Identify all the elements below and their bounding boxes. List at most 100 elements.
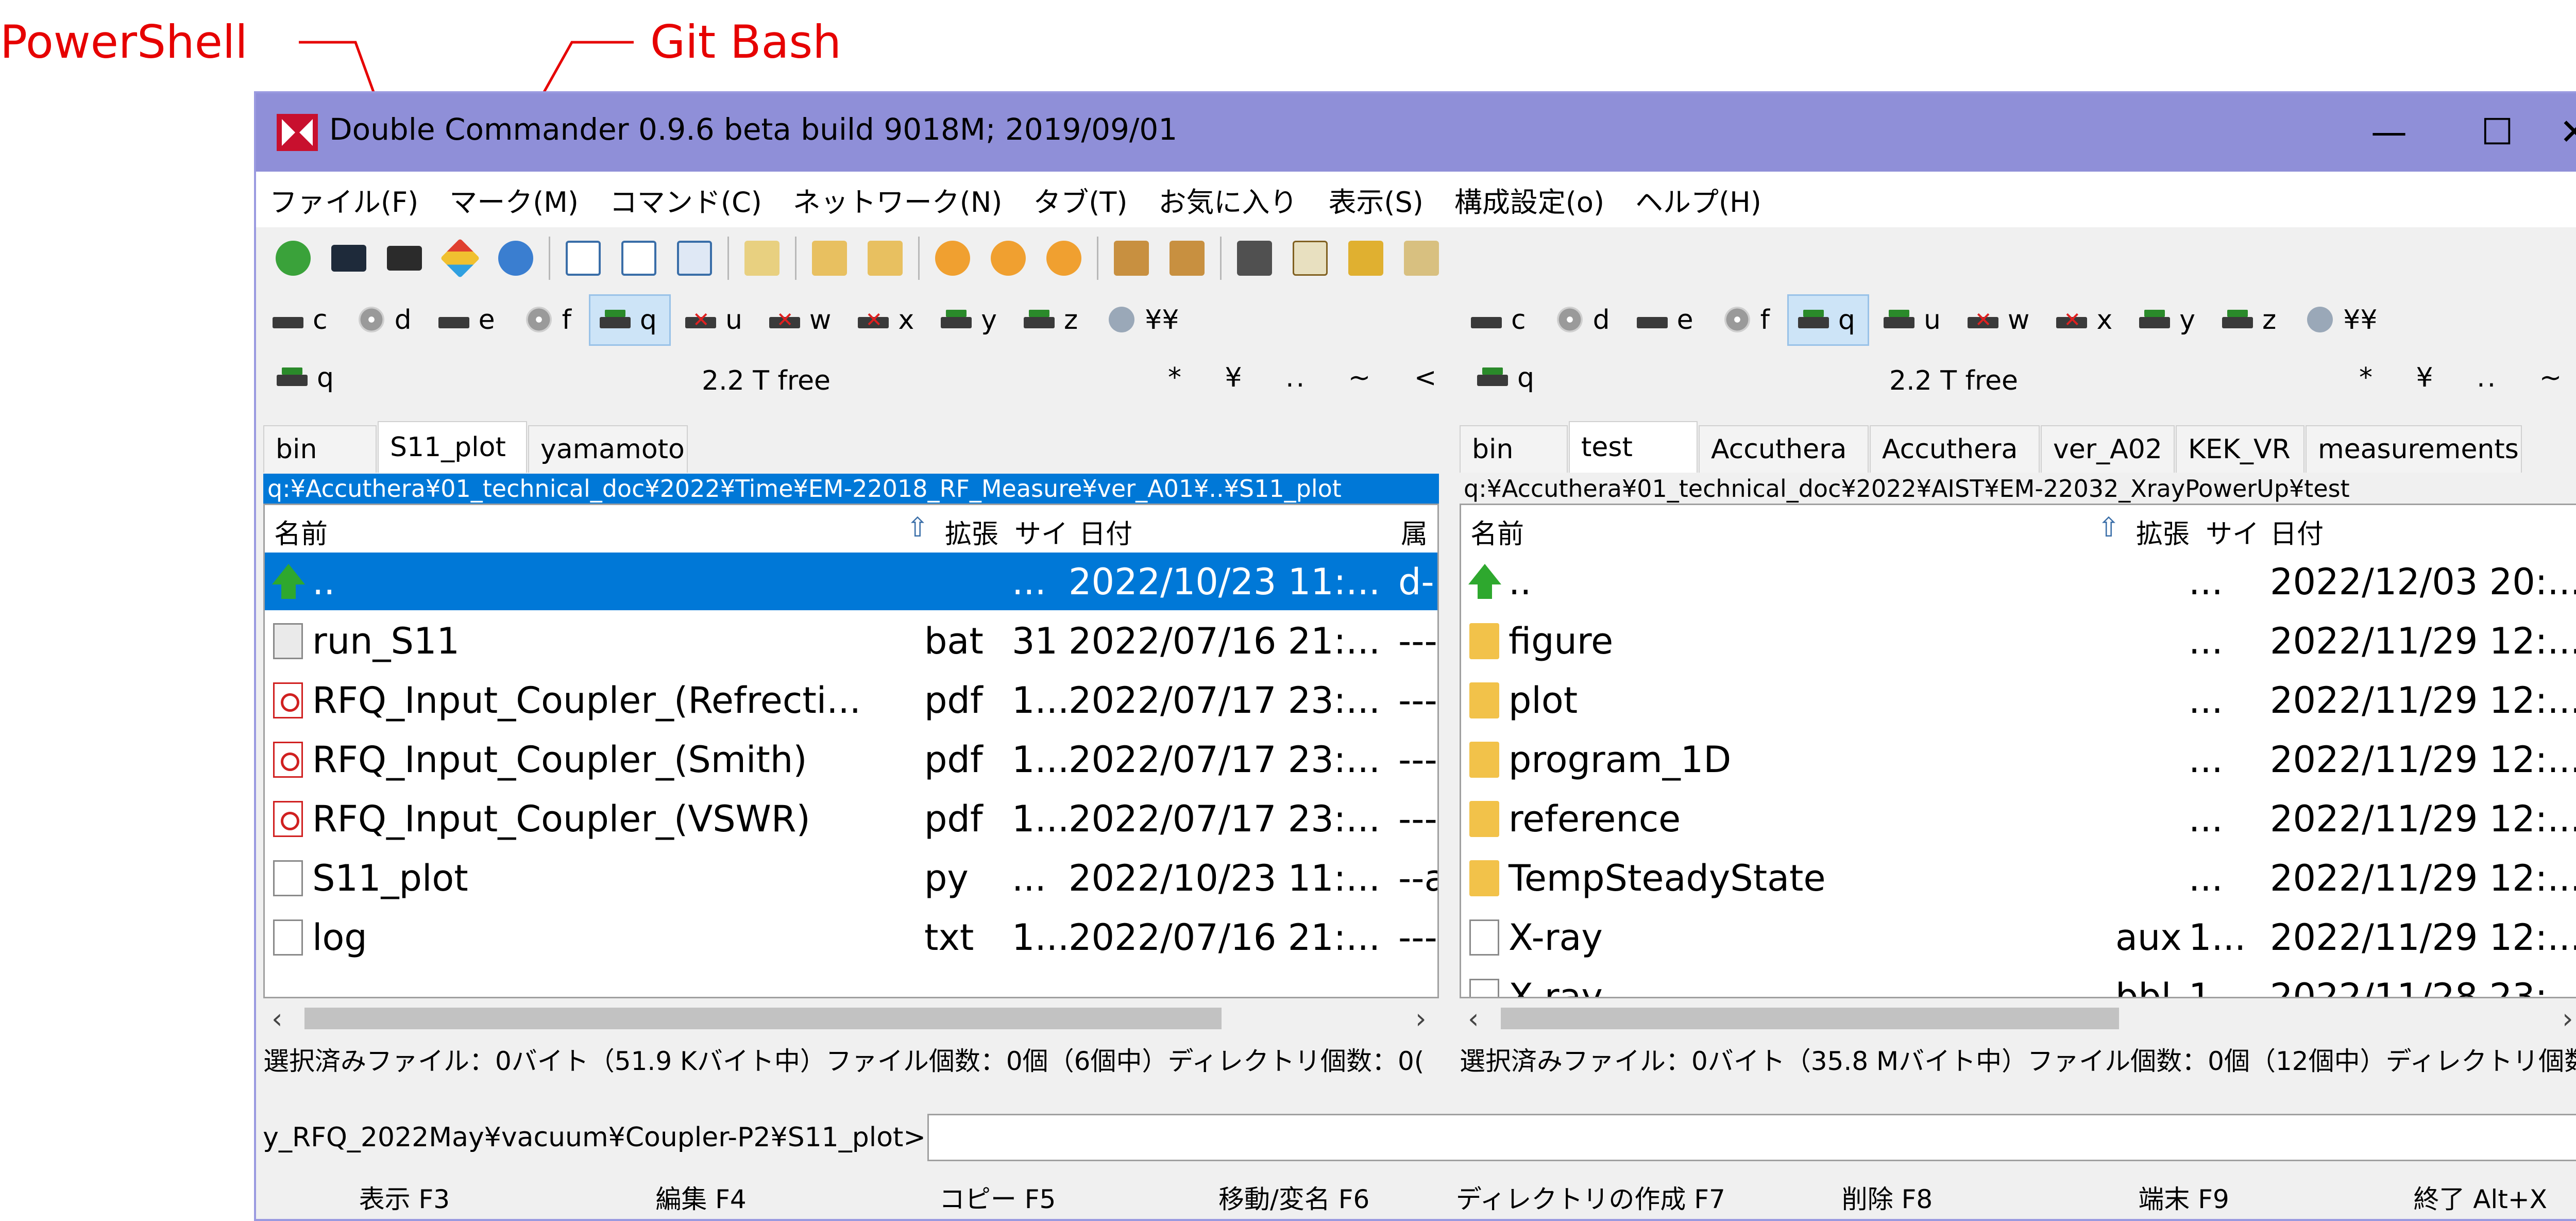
nav-parent-button[interactable]: .. [1285, 362, 1307, 393]
column-name[interactable]: 名前 [274, 512, 328, 551]
right-tab-measurements[interactable]: measurements [2306, 425, 2522, 473]
left-tab-bin[interactable]: bin [263, 425, 377, 473]
left-drive-z[interactable]: z [1014, 294, 1090, 346]
search-button[interactable] [1227, 232, 1282, 284]
left-drive-c[interactable]: c [263, 294, 340, 346]
minimize-button[interactable]: — [2337, 104, 2441, 160]
left-current-drive[interactable]: q [277, 362, 334, 393]
right-current-drive[interactable]: q [1477, 362, 1534, 393]
fkey-move-button[interactable]: 移動/変名 F6 [1146, 1172, 1443, 1219]
scroll-left-arrow-icon[interactable]: ‹ [272, 1002, 283, 1035]
table-row[interactable]: X-ray aux 1... 2022/11/29 12:... [1461, 908, 2576, 966]
title-bar[interactable]: Double Commander 0.9.6 beta build 9018M;… [256, 93, 2576, 172]
left-tab-s11-plot[interactable]: S11_plot [378, 421, 527, 473]
right-drive-f[interactable]: f [1711, 294, 1782, 346]
table-row[interactable]: ..... 2022/10/23 11:... d- [265, 553, 1437, 610]
nav-user-home-button[interactable]: ~ [2539, 362, 2564, 393]
thumbnail-view-button[interactable] [667, 232, 722, 284]
table-row[interactable]: RFQ_Input_Coupler_(Refrecti... pdf 1... 202… [265, 671, 1437, 729]
menu-view[interactable]: 表示(S) [1313, 179, 1438, 220]
scroll-thumb[interactable] [304, 1008, 1222, 1029]
column-date[interactable]: 日付 [1079, 512, 1132, 551]
copy-right-button[interactable] [857, 232, 913, 284]
fkey-edit-button[interactable]: 編集 F4 [553, 1172, 850, 1219]
menu-mark[interactable]: マーク(M) [434, 179, 594, 220]
nav-parent-button[interactable]: .. [2477, 362, 2498, 393]
right-drive-d[interactable]: d [1544, 294, 1622, 346]
right-drive-w[interactable]: ✕ w [1958, 294, 2042, 346]
right-tab-test[interactable]: test [1569, 421, 1698, 473]
close-button[interactable]: ✕ [2523, 104, 2576, 160]
table-row[interactable]: figure... 2022/11/29 12:... [1461, 612, 2576, 670]
nav-home-button[interactable]: ¥ [1225, 362, 1244, 393]
menu-help[interactable]: ヘルプ(H) [1620, 179, 1777, 220]
right-tab-bin[interactable]: bin [1460, 425, 1568, 473]
table-row[interactable]: RFQ_Input_Coupler_(Smith) pdf 1... 2022/07/… [265, 730, 1437, 788]
right-drive-x[interactable]: ✕ x [2047, 294, 2125, 346]
column-attr[interactable]: 属 [1401, 512, 1428, 551]
edit-button[interactable] [1282, 232, 1338, 284]
table-row[interactable]: TempSteadyState... 2022/11/29 12:... [1461, 849, 2576, 907]
left-drive-x[interactable]: ✕ x [849, 294, 926, 346]
table-row[interactable]: reference... 2022/11/29 12:... [1461, 790, 2576, 847]
right-tab-accuthera-2[interactable]: Accuthera [1870, 425, 2040, 473]
table-row[interactable]: ..... 2022/12/03 20:... [1461, 553, 2576, 610]
table-row[interactable]: S11_plot py... 2022/10/23 11:... --a [265, 849, 1437, 907]
fkey-delete-button[interactable]: 削除 F8 [1739, 1172, 2036, 1219]
left-drive-q[interactable]: q [588, 294, 671, 346]
nav-root-button[interactable]: * [2359, 362, 2375, 393]
table-row[interactable]: run_S11 bat 31 2022/07/16 21:... --- [265, 612, 1437, 670]
left-drive-e[interactable]: e [429, 294, 507, 346]
right-tab-accuthera-1[interactable]: Accuthera [1699, 425, 1869, 473]
command-input[interactable]: ⌄ [927, 1114, 2576, 1161]
powershell-button[interactable] [377, 232, 432, 284]
right-drive-c[interactable]: c [1462, 294, 1538, 346]
nav-home-button[interactable]: ¥ [2416, 362, 2435, 393]
table-row[interactable]: log txt 1... 2022/07/16 21:... --- [265, 908, 1437, 966]
combine-button[interactable] [1036, 232, 1092, 284]
fkey-exit-button[interactable]: 終了 Alt+X [2332, 1172, 2576, 1219]
menu-configuration[interactable]: 構成設定(o) [1439, 179, 1620, 220]
settings-button[interactable] [488, 232, 544, 284]
menu-favorites[interactable]: お気に入り [1143, 179, 1313, 220]
split-button[interactable] [980, 232, 1036, 284]
terminal-button[interactable] [321, 232, 377, 284]
menu-file[interactable]: ファイル(F) [256, 179, 434, 220]
right-horizontal-scrollbar[interactable]: ‹ › [1460, 1000, 2576, 1036]
left-drive-network[interactable]: ¥¥ [1095, 294, 1191, 346]
multi-rename-button[interactable] [925, 232, 980, 284]
left-horizontal-scrollbar[interactable]: ‹ › [263, 1000, 1439, 1036]
nav-root-button[interactable]: * [1168, 362, 1183, 393]
scroll-left-arrow-icon[interactable]: ‹ [1468, 1002, 1479, 1035]
right-drive-z[interactable]: z [2213, 294, 2289, 346]
right-drive-network[interactable]: ¥¥ [2294, 294, 2389, 346]
menu-tab[interactable]: タブ(T) [1018, 179, 1143, 220]
fkey-view-button[interactable]: 表示 F3 [256, 1172, 553, 1219]
right-drive-u[interactable]: u [1874, 294, 1953, 346]
unpack-button[interactable] [1159, 232, 1215, 284]
full-view-button[interactable] [611, 232, 667, 284]
left-tab-yamamoto[interactable]: yamamoto [528, 425, 688, 473]
fkey-terminal-button[interactable]: 端末 F9 [2036, 1172, 2332, 1219]
table-row[interactable]: program_1D... 2022/11/29 12:... [1461, 730, 2576, 788]
table-row[interactable]: RFQ_Input_Coupler_(VSWR) pdf 1... 2022/07/1… [265, 790, 1437, 847]
column-ext[interactable]: 拡張 [945, 512, 998, 551]
scroll-right-arrow-icon[interactable]: › [2562, 1002, 2573, 1035]
table-row[interactable]: plot... 2022/11/29 12:... [1461, 671, 2576, 729]
dir-hotlist-button[interactable] [1338, 232, 1394, 284]
column-ext[interactable]: 拡張 [2136, 512, 2190, 551]
scroll-thumb[interactable] [1501, 1008, 2119, 1029]
column-date[interactable]: 日付 [2270, 512, 2324, 551]
fkey-copy-button[interactable]: コピー F5 [849, 1172, 1146, 1219]
clipboard-button[interactable] [1394, 232, 1449, 284]
right-drive-e[interactable]: e [1628, 294, 1706, 346]
nav-user-home-button[interactable]: ~ [1348, 362, 1373, 393]
pack-button[interactable] [1104, 232, 1159, 284]
right-tab-ver-a02[interactable]: ver_A02 [2041, 425, 2175, 473]
scroll-right-arrow-icon[interactable]: › [1415, 1002, 1427, 1035]
right-path-bar[interactable]: q:¥Accuthera¥01_technical_doc¥2022¥AIST¥… [1460, 474, 2576, 504]
right-drive-y[interactable]: y [2130, 294, 2208, 346]
left-drive-w[interactable]: ✕ w [760, 294, 844, 346]
left-drive-f[interactable]: f [513, 294, 584, 346]
column-name[interactable]: 名前 [1470, 512, 1524, 551]
